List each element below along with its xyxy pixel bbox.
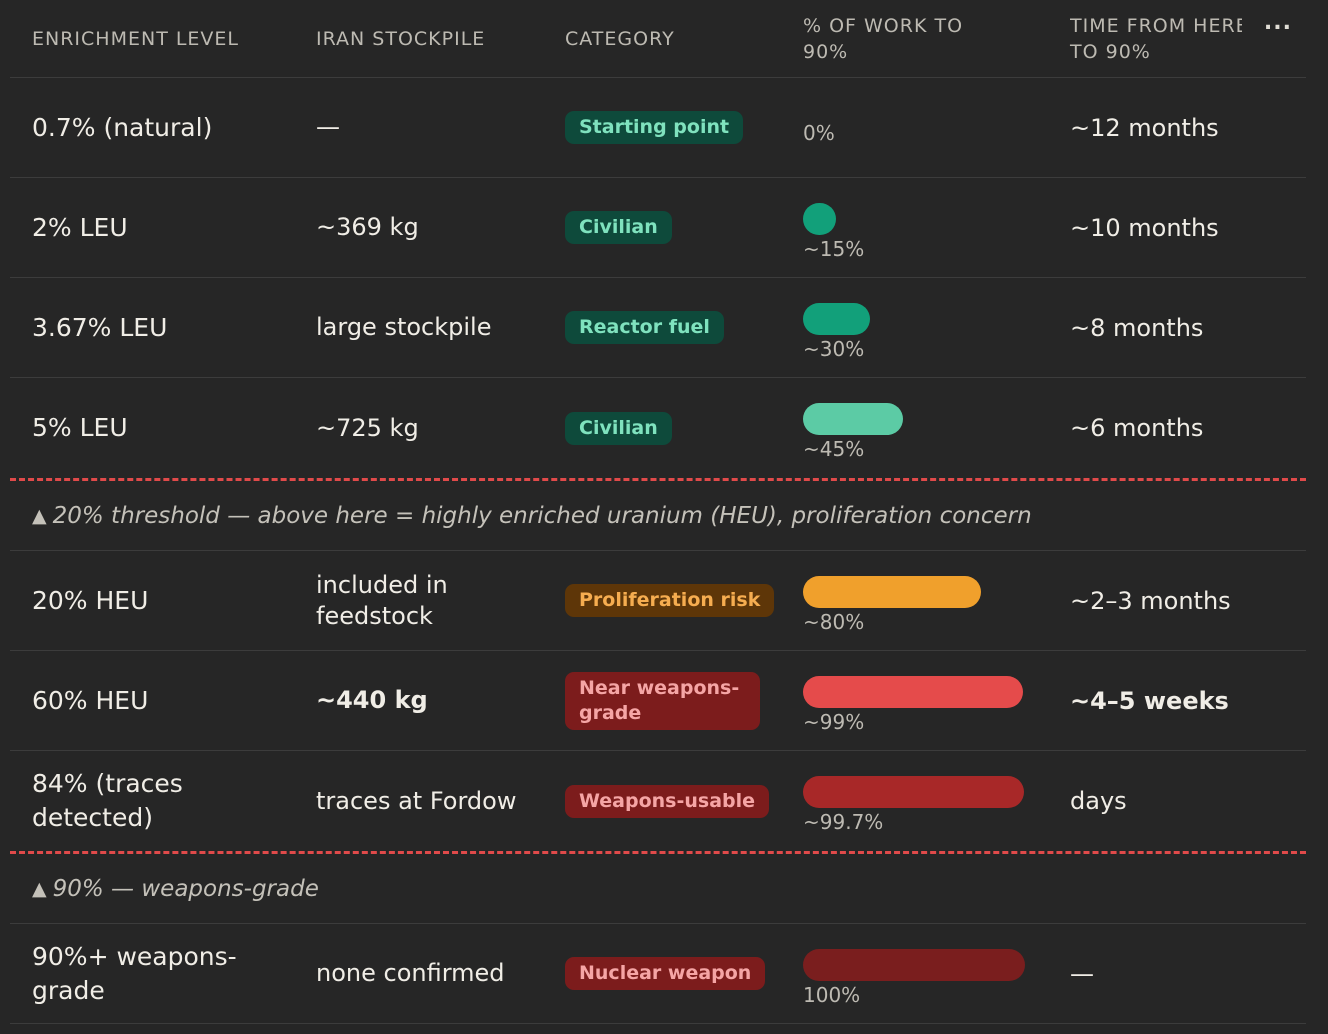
progress-bar bbox=[803, 302, 870, 335]
category-badge: Proliferation risk bbox=[565, 584, 775, 617]
stockpile-value: ~725 kg bbox=[316, 413, 419, 442]
progress-cell: ~15% bbox=[803, 178, 1043, 277]
category-badge: Civilian bbox=[565, 411, 672, 445]
col-header-work-line1: % OF WORK TO bbox=[803, 14, 964, 37]
stockpile-value: none confirmed bbox=[316, 959, 505, 987]
col-header-time-line2: TO 90% bbox=[1070, 40, 1151, 63]
table-row: 60% HEU ~440 kg Near weapons-grade ~99% … bbox=[10, 651, 1306, 751]
progress-bar bbox=[803, 675, 1023, 708]
time-to-90: ~10 months bbox=[1070, 213, 1219, 242]
col-header-time-line1: TIME FROM HERE bbox=[1070, 14, 1242, 37]
enrichment-level: 60% HEU bbox=[32, 685, 149, 715]
progress-cell: ~99.7% bbox=[803, 751, 1043, 851]
progress-cell: ~45% bbox=[803, 378, 1043, 478]
stockpile-value: large stockpile bbox=[316, 313, 492, 341]
stockpile-value: ~369 kg bbox=[316, 213, 419, 241]
progress-bar bbox=[803, 776, 1025, 808]
progress-bar bbox=[803, 575, 981, 608]
progress-bar bbox=[803, 403, 903, 435]
time-to-90: ~12 months bbox=[1070, 113, 1219, 142]
col-header-enrichment[interactable]: ENRICHMENT LEVEL bbox=[32, 26, 239, 52]
enrichment-level: 0.7% (natural) bbox=[32, 112, 213, 142]
progress-label: ~99.7% bbox=[803, 810, 884, 834]
weapons-threshold-note: ▲ 90% — weapons-grade bbox=[10, 854, 1306, 924]
enrichment-level: 5% LEU bbox=[32, 413, 128, 442]
col-header-stockpile[interactable]: IRAN STOCKPILE bbox=[316, 26, 485, 52]
progress-label: ~45% bbox=[803, 437, 865, 461]
enrichment-table: ENRICHMENT LEVEL IRAN STOCKPILE CATEGORY… bbox=[10, 0, 1306, 1024]
category-badge: Starting point bbox=[565, 111, 744, 144]
table-row: 5% LEU ~725 kg Civilian ~45% ~6 months bbox=[10, 378, 1306, 478]
time-to-90: ~4–5 weeks bbox=[1070, 686, 1229, 715]
stockpile-value: — bbox=[316, 113, 340, 141]
col-header-work[interactable]: % OF WORK TO 90% bbox=[803, 13, 993, 65]
enrichment-level: 3.67% LEU bbox=[32, 312, 168, 342]
table-row: 20% HEU included in feedstock Proliferat… bbox=[10, 551, 1306, 651]
table-row: 0.7% (natural) — Starting point 0% ~12 m… bbox=[10, 78, 1306, 178]
progress-label: ~30% bbox=[803, 336, 865, 361]
stockpile-value: ~440 kg bbox=[316, 686, 428, 714]
heu-threshold-text: 20% threshold — above here = highly enri… bbox=[52, 502, 1032, 529]
stockpile-value: included in feedstock bbox=[316, 570, 448, 630]
time-to-90: ~2–3 months bbox=[1070, 586, 1231, 615]
table-row: 2% LEU ~369 kg Civilian ~15% ~10 months bbox=[10, 178, 1306, 278]
progress-cell: 0% bbox=[803, 78, 1043, 177]
time-to-90: — bbox=[1070, 959, 1094, 988]
table-header: ENRICHMENT LEVEL IRAN STOCKPILE CATEGORY… bbox=[10, 0, 1306, 78]
progress-cell: ~99% bbox=[803, 651, 1043, 750]
time-to-90: days bbox=[1070, 787, 1127, 815]
col-header-work-line2: 90% bbox=[803, 40, 849, 63]
category-badge: Near weapons-grade bbox=[565, 671, 760, 730]
triangle-up-icon: ▲ bbox=[32, 504, 47, 527]
enrichment-level: 2% LEU bbox=[32, 212, 128, 242]
stockpile-value: traces at Fordow bbox=[316, 786, 517, 815]
progress-label: ~80% bbox=[803, 609, 865, 634]
time-to-90: ~8 months bbox=[1070, 313, 1204, 342]
table-row: 90%+ weapons-grade none confirmed Nuclea… bbox=[10, 924, 1306, 1024]
table-row: 84% (traces detected) traces at Fordow W… bbox=[10, 751, 1306, 851]
category-badge: Weapons-usable bbox=[565, 784, 770, 818]
progress-label: ~99% bbox=[803, 709, 865, 734]
col-header-time[interactable]: TIME FROM HERE TO 90% bbox=[1070, 13, 1242, 65]
progress-bar bbox=[803, 202, 837, 235]
progress-label: 100% bbox=[803, 982, 861, 1007]
table-row: 3.67% LEU large stockpile Reactor fuel ~… bbox=[10, 278, 1306, 378]
col-header-category[interactable]: CATEGORY bbox=[565, 26, 675, 52]
enrichment-level: 90%+ weapons-grade bbox=[32, 941, 237, 1005]
enrichment-level: 84% (traces detected) bbox=[32, 769, 183, 832]
progress-cell: 100% bbox=[803, 924, 1043, 1023]
progress-label: ~15% bbox=[803, 236, 865, 261]
enrichment-level: 20% HEU bbox=[32, 585, 149, 615]
heu-threshold-note: ▲ 20% threshold — above here = highly en… bbox=[10, 481, 1306, 551]
progress-bar bbox=[803, 948, 1025, 981]
category-badge: Civilian bbox=[565, 211, 672, 244]
weapons-threshold-text: 90% — weapons-grade bbox=[52, 875, 319, 902]
time-to-90: ~6 months bbox=[1070, 414, 1204, 442]
more-options-icon[interactable]: ... bbox=[1264, 10, 1292, 35]
progress-cell: ~30% bbox=[803, 278, 1043, 377]
progress-label: 0% bbox=[803, 120, 835, 145]
progress-cell: ~80% bbox=[803, 551, 1043, 650]
category-badge: Reactor fuel bbox=[565, 311, 724, 344]
triangle-up-icon: ▲ bbox=[32, 877, 47, 900]
category-badge: Nuclear weapon bbox=[565, 957, 766, 990]
